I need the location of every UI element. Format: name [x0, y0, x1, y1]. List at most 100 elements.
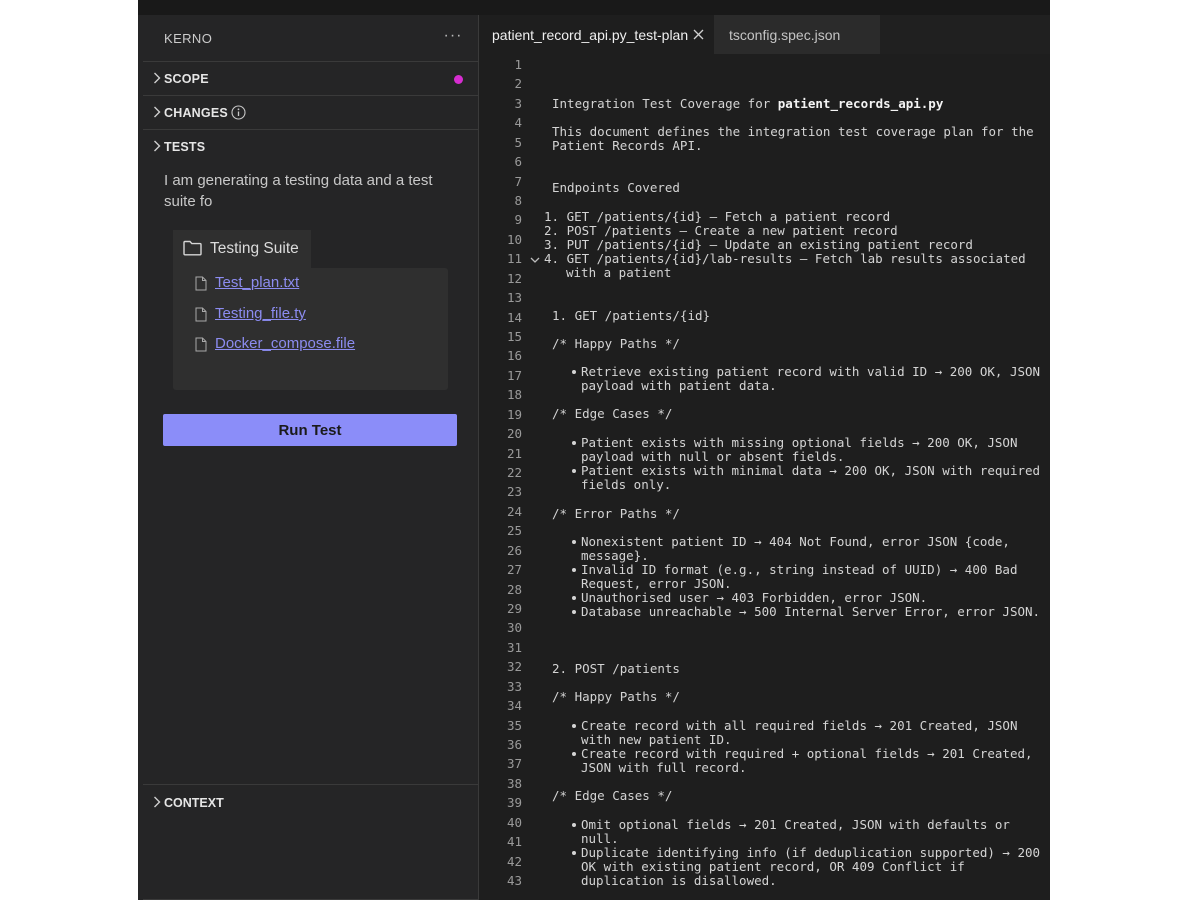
code-line: Create record with required + optional f…: [581, 746, 1033, 761]
code-line: payload with null or absent fields.: [581, 449, 845, 464]
line-number: 29: [506, 601, 522, 617]
file-name[interactable]: Testing_file.ty: [215, 305, 306, 322]
close-icon[interactable]: [693, 29, 704, 40]
testing-suite-header[interactable]: Testing Suite: [173, 230, 311, 268]
line-number: 9: [514, 212, 522, 228]
line-number: 38: [506, 775, 522, 791]
bullet: [572, 568, 576, 572]
section-context-label: CONTEXT: [164, 796, 224, 810]
line-number: 15: [506, 329, 522, 345]
code-line: Patient exists with minimal data → 200 O…: [581, 463, 1041, 478]
chevron-down-icon[interactable]: [529, 254, 541, 266]
bullet: [572, 441, 576, 445]
doc-title-prefix: Integration Test Coverage for: [552, 96, 778, 111]
code-line: 3. PUT /patients/{id} – Update an existi…: [544, 237, 973, 252]
code-line: 1. GET /patients/{id}: [552, 308, 711, 323]
code-line: Omit optional fields → 201 Created, JSON…: [581, 817, 1010, 832]
code-line: /* Edge Cases */: [552, 788, 673, 803]
chevron-right-icon: [154, 140, 161, 152]
line-number: 41: [506, 834, 522, 850]
line-number: 14: [506, 309, 522, 325]
chevron-right-icon: [154, 72, 161, 84]
line-number: 27: [506, 562, 522, 578]
code-line: This document defines the integration te…: [552, 124, 1034, 139]
code-line: Patient Records API.: [552, 138, 703, 153]
testing-suite-name: Testing Suite: [210, 240, 299, 257]
line-number: 28: [506, 581, 522, 597]
code-line: payload with patient data.: [581, 378, 777, 393]
info-icon[interactable]: [231, 105, 246, 120]
line-number: 19: [506, 406, 522, 422]
folder-icon: [183, 240, 202, 256]
tab-label: tsconfig.spec.json: [729, 27, 841, 43]
section-changes[interactable]: CHANGES: [143, 95, 478, 129]
line-number: 6: [514, 154, 522, 170]
bullet: [572, 370, 576, 374]
editor-tab-bar: patient_record_api.py_test-plan tsconfig…: [480, 15, 1050, 54]
line-number: 31: [506, 639, 522, 655]
code-line: Endpoints Covered: [552, 180, 680, 195]
bullet: [572, 724, 576, 728]
section-tests[interactable]: TESTS: [143, 129, 478, 163]
code-line: 1. GET /patients/{id} – Fetch a patient …: [544, 209, 891, 224]
code-editor[interactable]: 1 2 3 4 5 6 7 8 9 10 11 12 13 14 15 16 17 18 19 20 21 22 23 24 2…: [480, 54, 1050, 900]
code-line: /* Error Paths */: [552, 506, 680, 521]
line-number: 36: [506, 737, 522, 753]
line-number: 25: [506, 523, 522, 539]
code-line: JSON with full record.: [581, 760, 747, 775]
line-number: 32: [506, 659, 522, 675]
section-tests-label: TESTS: [164, 140, 206, 154]
line-number: 40: [506, 814, 522, 830]
line-number: 11: [506, 251, 522, 267]
doc-title-file: patient_records_api.py: [777, 96, 944, 111]
more-actions-button[interactable]: ···: [440, 25, 466, 49]
line-number: 30: [506, 620, 522, 636]
bullet: [572, 610, 576, 614]
scope-indicator-dot: [454, 75, 463, 84]
ide-window: KERNO ··· SCOPE CHANGES TESTS I am gener…: [138, 0, 1050, 900]
code-line: OK with existing patient record, OR 409 …: [581, 859, 965, 874]
file-icon: [195, 337, 207, 352]
code-line: 2. POST /patients: [552, 661, 680, 676]
kerno-sidebar: KERNO ··· SCOPE CHANGES TESTS I am gener…: [138, 15, 479, 900]
bullet: [572, 851, 576, 855]
line-number: 23: [506, 484, 522, 500]
line-number: 33: [506, 678, 522, 694]
run-test-button[interactable]: Run Test: [163, 414, 457, 446]
title-bar: [138, 0, 1050, 15]
chevron-right-icon: [154, 106, 161, 118]
code-line: Request, error JSON.: [581, 576, 732, 591]
line-number: 16: [506, 348, 522, 364]
tab-tsconfig-spec[interactable]: tsconfig.spec.json: [714, 15, 880, 54]
line-number: 21: [506, 445, 522, 461]
code-line: Invalid ID format (e.g., string instead …: [581, 562, 1018, 577]
line-number: 22: [506, 465, 522, 481]
code-line: with a patient: [566, 265, 672, 280]
line-number: 1: [514, 57, 522, 72]
tab-label: patient_record_api.py_test-plan: [492, 27, 689, 43]
line-number: 17: [506, 367, 522, 383]
tab-patient-record-test-plan[interactable]: patient_record_api.py_test-plan: [480, 15, 714, 54]
line-number: 3: [514, 95, 522, 111]
panel-title: KERNO: [164, 31, 213, 46]
line-number: 10: [506, 231, 522, 247]
code-line: fields only.: [581, 477, 672, 492]
code-line: Retrieve existing patient record with va…: [581, 364, 1041, 379]
line-number: 4: [514, 115, 522, 131]
bullet: [572, 752, 576, 756]
code-line: Nonexistent patient ID → 404 Not Found, …: [581, 534, 1010, 549]
line-number: 39: [506, 795, 522, 811]
code-line: /* Happy Paths */: [552, 336, 680, 351]
section-scope[interactable]: SCOPE: [143, 61, 478, 95]
file-name[interactable]: Docker_compose.file: [215, 335, 355, 352]
line-number: 26: [506, 542, 522, 558]
file-name[interactable]: Test_plan.txt: [215, 274, 299, 291]
code-line: 4. GET /patients/{id}/lab-results – Fetc…: [544, 251, 1026, 266]
section-context[interactable]: CONTEXT: [143, 784, 478, 900]
code-line: message}.: [581, 548, 649, 563]
code-line: Patient exists with missing optional fie…: [581, 435, 1018, 450]
code-line: 2. POST /patients – Create a new patient…: [544, 223, 898, 238]
testing-suite-file-list: Test_plan.txt Testing_file.ty Docker_com…: [173, 268, 448, 390]
chevron-right-icon: [154, 796, 161, 808]
code-line: null.: [581, 831, 619, 846]
